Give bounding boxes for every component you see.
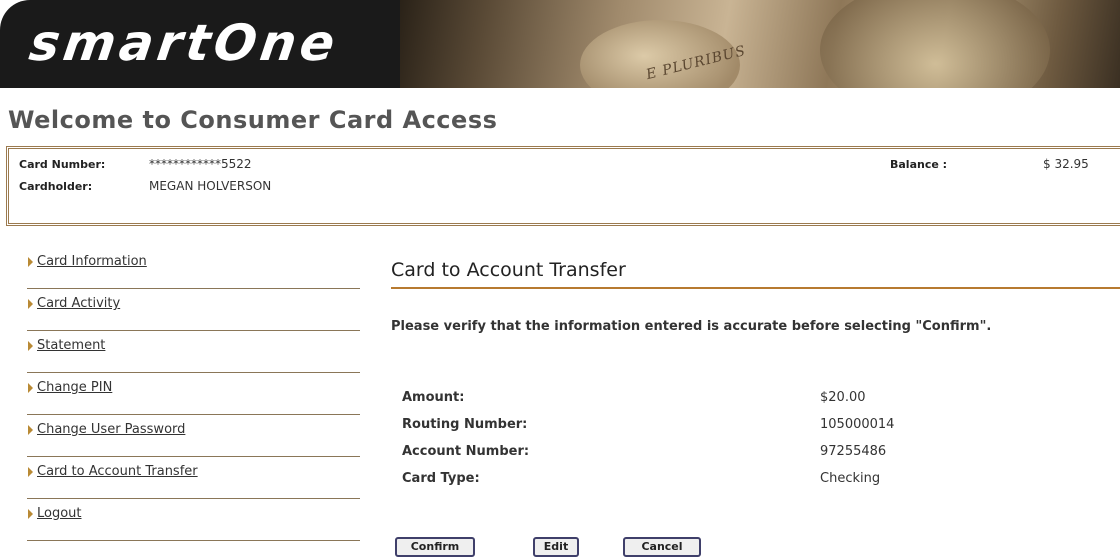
triangle-right-icon: [28, 467, 33, 477]
sidebar-item-change-user-password[interactable]: Change User Password: [27, 415, 360, 457]
card-type-label: Card Type:: [402, 471, 480, 486]
smartone-logo: smartOne: [25, 14, 343, 72]
balance-label: Balance :: [890, 158, 948, 171]
balance-value: $ 32.95: [1043, 157, 1089, 171]
sidebar-link-card-information[interactable]: Card Information: [37, 254, 147, 269]
sidebar-link-change-user-password[interactable]: Change User Password: [37, 422, 185, 437]
sidebar-item-change-pin[interactable]: Change PIN: [27, 373, 360, 415]
verification-instruction: Please verify that the information enter…: [391, 319, 992, 334]
triangle-right-icon: [28, 383, 33, 393]
triangle-right-icon: [28, 341, 33, 351]
cardholder-label: Cardholder:: [19, 180, 93, 193]
sidebar-link-card-to-account-transfer[interactable]: Card to Account Transfer: [37, 464, 198, 479]
header-banner: smartOne E PLURIBUS: [0, 0, 1120, 88]
card-number-value: ************5522: [149, 157, 252, 171]
sidebar-link-change-pin[interactable]: Change PIN: [37, 380, 112, 395]
banner-currency-image: E PLURIBUS: [400, 0, 1120, 88]
amount-value: $20.00: [820, 390, 866, 405]
routing-number-label: Routing Number:: [402, 417, 528, 432]
triangle-right-icon: [28, 425, 33, 435]
sidebar-item-card-information[interactable]: Card Information: [27, 247, 360, 289]
confirm-button[interactable]: Confirm: [395, 537, 475, 557]
account-number-label: Account Number:: [402, 444, 530, 459]
card-summary-box: Card Number: ************5522 Cardholder…: [6, 146, 1120, 226]
triangle-right-icon: [28, 509, 33, 519]
card-number-label: Card Number:: [19, 158, 106, 171]
triangle-right-icon: [28, 257, 33, 267]
account-number-value: 97255486: [820, 444, 887, 459]
cardholder-value: MEGAN HOLVERSON: [149, 179, 272, 193]
coin-image: [820, 0, 1050, 88]
sidebar-item-logout[interactable]: Logout: [27, 499, 360, 541]
sidebar-item-card-activity[interactable]: Card Activity: [27, 289, 360, 331]
routing-number-value: 105000014: [820, 417, 895, 432]
sidebar-nav: Card Information Card Activity Statement…: [27, 247, 360, 541]
section-title: Card to Account Transfer: [391, 259, 1120, 289]
sidebar-link-logout[interactable]: Logout: [37, 506, 82, 521]
triangle-right-icon: [28, 299, 33, 309]
sidebar-link-card-activity[interactable]: Card Activity: [37, 296, 120, 311]
edit-button[interactable]: Edit: [533, 537, 579, 557]
sidebar-link-statement[interactable]: Statement: [37, 338, 105, 353]
page-title: Welcome to Consumer Card Access: [8, 106, 498, 134]
cancel-button[interactable]: Cancel: [623, 537, 701, 557]
sidebar-item-statement[interactable]: Statement: [27, 331, 360, 373]
card-type-value: Checking: [820, 471, 881, 486]
sidebar-item-card-to-account-transfer[interactable]: Card to Account Transfer: [27, 457, 360, 499]
amount-label: Amount:: [402, 390, 465, 405]
